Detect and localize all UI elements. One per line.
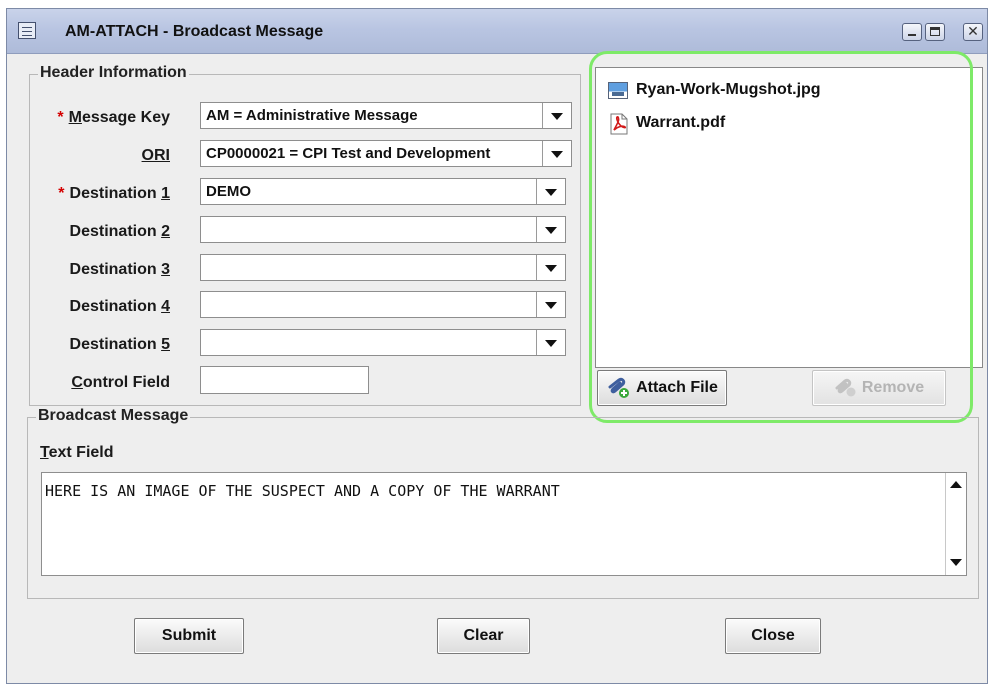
maximize-icon: [930, 27, 940, 36]
message-key-value: AM = Administrative Message: [206, 107, 418, 124]
title-bar[interactable]: AM-ATTACH - Broadcast Message ✕: [7, 9, 987, 54]
minimize-icon: [908, 34, 916, 36]
close-button[interactable]: Close: [725, 618, 821, 654]
close-window-button[interactable]: ✕: [963, 23, 983, 41]
message-text: HERE IS AN IMAGE OF THE SUSPECT AND A CO…: [45, 482, 560, 500]
chevron-down-icon: [545, 227, 557, 234]
destination-1-label: * Destination 1: [58, 185, 170, 202]
chevron-down-icon: [545, 189, 557, 196]
clear-button[interactable]: Clear: [437, 618, 530, 654]
destination-3-dropdown-arrow[interactable]: [536, 255, 565, 280]
ori-dropdown[interactable]: CP0000021 = CPI Test and Development: [200, 140, 572, 167]
destination-4-dropdown-arrow[interactable]: [536, 292, 565, 317]
message-key-label: * Message Key: [57, 109, 170, 126]
text-field-label: Text Field: [40, 444, 114, 461]
destination-1-dropdown-arrow[interactable]: [536, 179, 565, 204]
scroll-down-icon[interactable]: [950, 559, 962, 566]
destination-2-label: Destination 2: [69, 223, 170, 240]
chevron-down-icon: [545, 265, 557, 272]
window-title: AM-ATTACH - Broadcast Message: [65, 23, 324, 40]
submit-button[interactable]: Submit: [134, 618, 244, 654]
ori-label: ORI: [141, 147, 170, 164]
required-marker: *: [58, 185, 65, 202]
chevron-down-icon: [551, 113, 563, 120]
destination-4-dropdown[interactable]: [200, 291, 566, 318]
message-key-dropdown[interactable]: AM = Administrative Message: [200, 102, 572, 129]
destination-1-value: DEMO: [206, 183, 251, 200]
window-menu-icon[interactable]: [18, 22, 36, 39]
paperclip-add-icon: [608, 377, 630, 398]
remove-attachment-icon: [835, 378, 856, 397]
control-field-input[interactable]: [200, 366, 369, 394]
message-text-area[interactable]: HERE IS AN IMAGE OF THE SUSPECT AND A CO…: [41, 472, 967, 576]
destination-5-dropdown-arrow[interactable]: [536, 330, 565, 355]
required-marker: *: [57, 109, 64, 126]
control-field-label: Control Field: [71, 374, 170, 391]
destination-3-dropdown[interactable]: [200, 254, 566, 281]
broadcast-message-window: AM-ATTACH - Broadcast Message ✕ Header I…: [6, 8, 988, 684]
header-information-legend: Header Information: [38, 64, 189, 82]
chevron-down-icon: [545, 302, 557, 309]
scroll-up-icon[interactable]: [950, 481, 962, 488]
chevron-down-icon: [545, 340, 557, 347]
ori-dropdown-arrow[interactable]: [542, 141, 571, 166]
remove-button[interactable]: Remove: [812, 370, 946, 406]
destination-2-dropdown[interactable]: [200, 216, 566, 243]
broadcast-message-legend: Broadcast Message: [36, 407, 191, 425]
maximize-button[interactable]: [925, 23, 945, 41]
chevron-down-icon: [551, 151, 563, 158]
destination-5-label: Destination 5: [69, 336, 170, 353]
minimize-button[interactable]: [902, 23, 922, 41]
close-icon: ✕: [967, 23, 979, 39]
attachment-highlight: [589, 51, 973, 423]
ori-value: CP0000021 = CPI Test and Development: [206, 145, 491, 162]
destination-2-dropdown-arrow[interactable]: [536, 217, 565, 242]
attach-file-button[interactable]: Attach File: [597, 370, 727, 406]
destination-3-label: Destination 3: [69, 261, 170, 278]
destination-5-dropdown[interactable]: [200, 329, 566, 356]
destination-4-label: Destination 4: [69, 298, 170, 315]
message-scrollbar[interactable]: [945, 473, 966, 575]
destination-1-dropdown[interactable]: DEMO: [200, 178, 566, 205]
message-key-dropdown-arrow[interactable]: [542, 103, 571, 128]
